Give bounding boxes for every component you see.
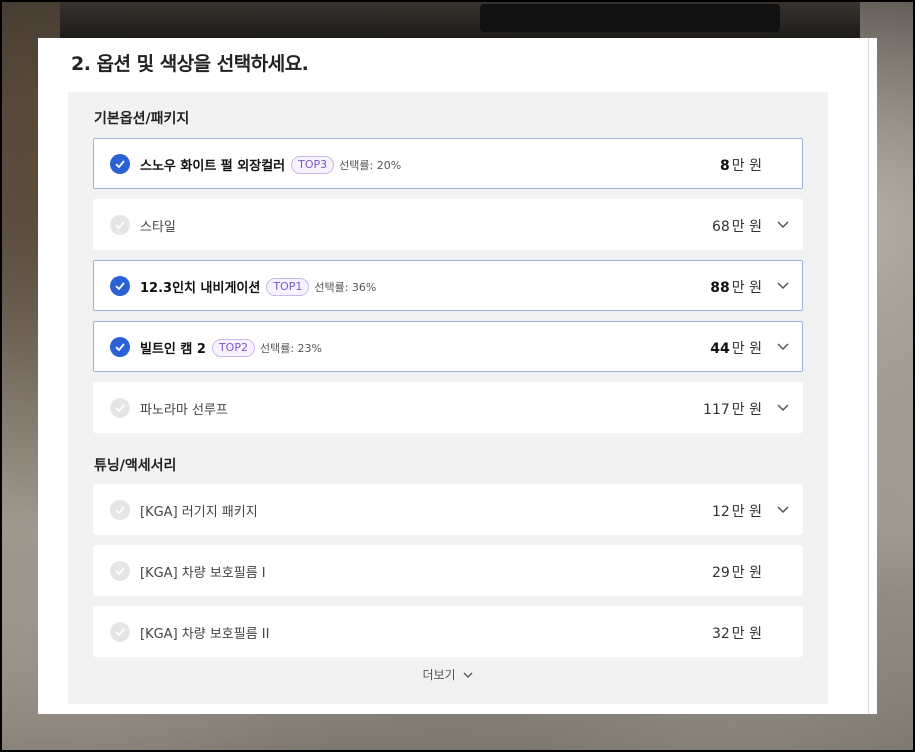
option-row[interactable]: [KGA] 차량 보호필름 II 32 만 원 [93,606,803,657]
option-name: [KGA] 러기지 패키지 [140,501,258,520]
price-amount: 12 [711,504,730,520]
price-unit: 만 원 [731,280,762,296]
option-row[interactable]: 파노라마 선루프 117 만 원 [93,382,803,433]
option-name: [KGA] 차량 보호필름 II [140,623,269,642]
price-amount: 88 [710,280,730,296]
option-row[interactable]: 스노우 화이트 펄 외장컬러 TOP3 선택률: 20% 8 만 원 [93,138,803,189]
select-rate: 선택률: 20% [339,158,402,172]
background-car-image [60,0,860,40]
price-amount: 8 [720,158,730,174]
price-unit: 만 원 [731,504,762,520]
check-icon[interactable] [110,337,130,357]
option-row[interactable]: 12.3인치 내비게이션 TOP1 선택률: 36% 88 만 원 [93,260,803,311]
option-name-text: [KGA] 차량 보호필름 II [140,627,270,642]
option-price: 68 만 원 [712,216,762,236]
option-price: 44 만 원 [710,338,762,358]
group-label-basic: 기본옵션/패키지 [94,111,190,127]
price-amount: 32 [711,626,730,642]
more-button[interactable]: 더보기 [68,666,828,683]
price-unit: 만 원 [731,565,762,581]
check-icon[interactable] [110,398,130,418]
option-row[interactable]: [KGA] 러기지 패키지 12 만 원 [93,484,803,535]
select-rate: 선택률: 36% [314,280,377,294]
option-name-text: 빌트인 캠 2 [140,342,206,357]
option-name-text: 12.3인치 내비게이션 [140,281,261,296]
price-unit: 만 원 [731,626,762,642]
check-icon[interactable] [110,154,130,174]
option-name: 빌트인 캠 2 TOP2 선택률: 23% [140,338,322,357]
option-name: [KGA] 차량 보호필름 I [140,562,266,581]
option-name-text: [KGA] 차량 보호필름 I [140,566,266,581]
price-amount: 68 [711,219,730,235]
price-unit: 만 원 [731,341,762,357]
chevron-down-icon[interactable] [776,502,790,516]
option-price: 117 만 원 [703,399,762,419]
chevron-down-icon[interactable] [776,400,790,414]
chevron-down-icon[interactable] [776,278,790,292]
option-name: 스타일 [140,216,176,235]
option-row[interactable]: [KGA] 차량 보호필름 I 29 만 원 [93,545,803,596]
group-label-tuning: 튜닝/액세서리 [94,458,177,474]
price-amount: 29 [711,565,730,581]
option-row[interactable]: 빌트인 캠 2 TOP2 선택률: 23% 44 만 원 [93,321,803,372]
options-panel: 2. 옵션 및 색상을 선택하세요. 기본옵션/패키지 스노우 화이트 펄 외장… [38,38,877,714]
option-row[interactable]: 스타일 68 만 원 [93,199,803,250]
option-name: 파노라마 선루프 [140,399,228,418]
option-name: 12.3인치 내비게이션 TOP1 선택률: 36% [140,277,376,296]
rank-badge: TOP3 [291,155,335,174]
option-price: 8만 원 [720,155,762,175]
option-name: 스노우 화이트 펄 외장컬러 TOP3 선택률: 20% [140,155,401,174]
price-unit: 만 원 [731,219,762,235]
option-name-text: [KGA] 러기지 패키지 [140,505,258,520]
option-price: 32 만 원 [712,623,762,643]
chevron-down-icon [463,672,473,678]
option-price: 12 만 원 [712,501,762,521]
section-title: 2. 옵션 및 색상을 선택하세요. [71,53,309,75]
rank-badge: TOP2 [211,338,255,357]
options-container: 기본옵션/패키지 스노우 화이트 펄 외장컬러 TOP3 선택률: 20% 8 만 원스… [68,92,828,704]
option-name-text: 스노우 화이트 펄 외장컬러 [140,159,286,174]
car-grille [480,4,780,32]
option-price: 29 만 원 [712,562,762,582]
select-rate: 선택률: 23% [259,341,322,355]
price-amount: 44 [710,341,730,357]
check-icon[interactable] [110,622,130,642]
check-icon[interactable] [110,561,130,581]
option-price: 88 만 원 [710,277,762,297]
check-icon[interactable] [110,215,130,235]
more-label: 더보기 [422,668,456,682]
chevron-down-icon[interactable] [776,217,790,231]
chevron-down-icon[interactable] [776,339,790,353]
price-unit: 만 원 [731,402,762,418]
price-amount: 117 [703,402,730,418]
option-name-text: 스타일 [140,220,176,235]
check-icon[interactable] [110,276,130,296]
price-unit: 만 원 [731,158,762,174]
check-icon[interactable] [110,500,130,520]
rank-badge: TOP1 [266,277,310,296]
option-name-text: 파노라마 선루프 [140,403,228,418]
